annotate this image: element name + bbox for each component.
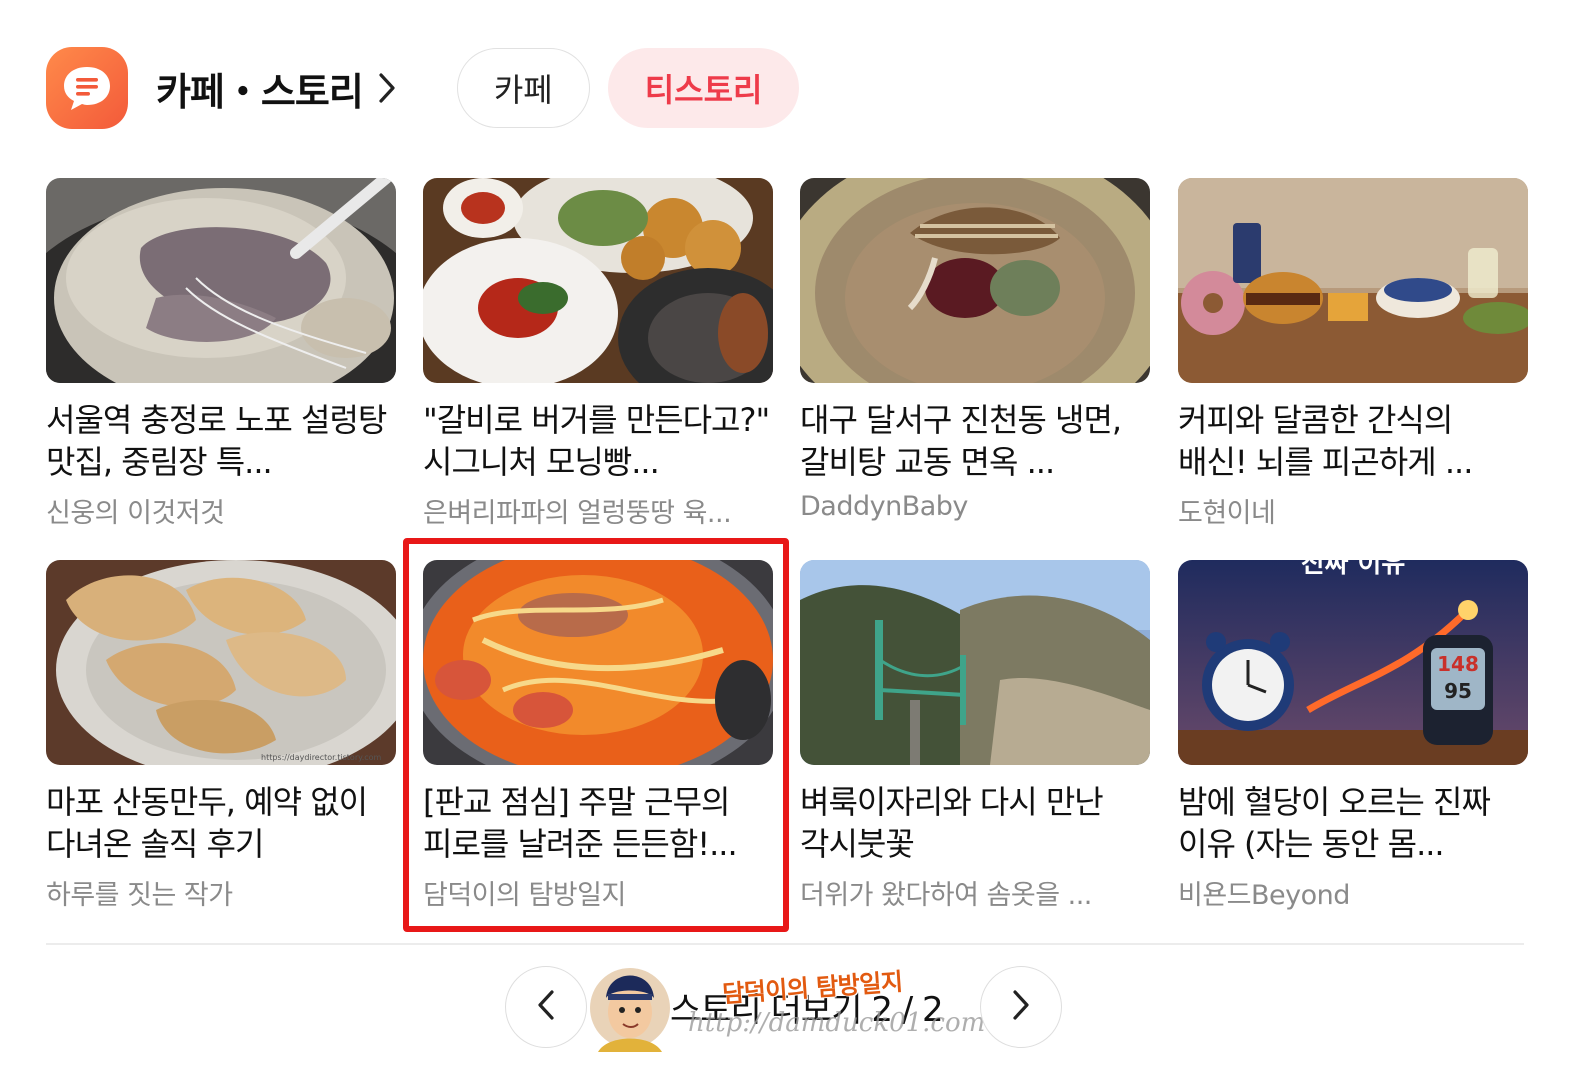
section-header: 카페・스토리 카페 티스토리 (46, 46, 817, 130)
story-card[interactable]: 서울역 충정로 노포 설렁탕 맛집, 중림장 특... 신웅의 이것저것 (46, 178, 396, 530)
thumbnail-galbi-burger[interactable] (423, 178, 773, 383)
card-source[interactable]: 도현이네 (1178, 491, 1528, 530)
card-title[interactable]: 서울역 충정로 노포 설렁탕 맛집, 중림장 특... (46, 399, 396, 483)
chevron-right-icon (1011, 988, 1031, 1026)
card-source[interactable]: 담덕이의 탐방일지 (423, 873, 773, 912)
card-title[interactable]: 마포 산동만두, 예약 없이 다녀온 솔직 후기 (46, 781, 396, 865)
card-source[interactable]: 더위가 왔다하여 솜옷을 ... (800, 873, 1150, 912)
thumbnail-bp-dia: 95 (1444, 679, 1472, 703)
story-card[interactable]: "갈비로 버거를 만든다고?" 시그니처 모닝빵... 은벼리파파의 얼렁뚱땅 … (423, 178, 773, 530)
thumbnail-naengmyeon[interactable] (800, 178, 1150, 383)
tab-tistory[interactable]: 티스토리 (607, 48, 800, 128)
card-title[interactable]: 대구 달서구 진천동 냉면, 갈비탕 교동 면옥 ... (800, 399, 1150, 483)
prev-page-button[interactable] (505, 966, 587, 1048)
tab-cafe[interactable]: 카페 (456, 48, 590, 128)
thumbnail-blood-sugar[interactable]: 진짜 이유 148 95 (1178, 560, 1528, 765)
card-source[interactable]: 은벼리파파의 얼렁뚱땅 육... (423, 491, 773, 530)
chevron-left-icon (536, 988, 556, 1026)
thumbnail-banner-text: 진짜 이유 (1301, 560, 1406, 579)
card-source[interactable]: 하루를 짓는 작가 (46, 873, 396, 912)
story-card[interactable]: 대구 달서구 진천동 냉면, 갈비탕 교동 면옥 ... DaddynBaby (800, 178, 1150, 522)
divider (46, 943, 1524, 945)
thumbnail-mandu[interactable]: https://daydirector.tistory.com (46, 560, 396, 765)
watermark-avatar (588, 958, 672, 1052)
card-source[interactable]: DaddynBaby (800, 491, 1150, 522)
thumbnail-budae-jjigae[interactable] (423, 560, 773, 765)
card-title[interactable]: "갈비로 버거를 만든다고?" 시그니처 모닝빵... (423, 399, 773, 483)
card-title[interactable]: 커피와 달콤한 간식의 배신! 뇌를 피곤하게 ... (1178, 399, 1528, 483)
thumbnail-snacks[interactable] (1178, 178, 1528, 383)
card-title[interactable]: 벼룩이자리와 다시 만난 각시붓꽃 (800, 781, 1150, 865)
thumbnail-seolleongtang[interactable] (46, 178, 396, 383)
card-title[interactable]: 밤에 혈당이 오르는 진짜 이유 (자는 동안 몸... (1178, 781, 1528, 865)
story-card[interactable]: 벼룩이자리와 다시 만난 각시붓꽃 더위가 왔다하여 솜옷을 ... (800, 560, 1150, 912)
watermark-url: http://damduck01.com (688, 1008, 986, 1038)
story-card[interactable]: https://daydirector.tistory.com 마포 산동만두,… (46, 560, 396, 912)
card-source[interactable]: 신웅의 이것저것 (46, 491, 396, 530)
story-card-highlighted[interactable]: [판교 점심] 주말 근무의 피로를 날려준 든든함!... 담덕이의 탐방일지 (423, 560, 773, 912)
section-title-link[interactable]: 카페・스토리 (156, 61, 397, 116)
section-title: 카페・스토리 (156, 69, 364, 114)
card-title[interactable]: [판교 점심] 주말 근무의 피로를 날려준 든든함!... (423, 781, 773, 865)
card-source[interactable]: 비욘드Beyond (1178, 873, 1528, 912)
thumbnail-caption: https://daydirector.tistory.com (261, 753, 382, 762)
story-card[interactable]: 진짜 이유 148 95 밤에 혈당이 오르는 진짜 이유 (자는 동안 몸..… (1178, 560, 1528, 912)
chevron-right-icon (377, 71, 397, 105)
next-page-button[interactable] (980, 966, 1062, 1048)
story-card[interactable]: 커피와 달콤한 간식의 배신! 뇌를 피곤하게 ... 도현이네 (1178, 178, 1528, 530)
thumbnail-suspension-bridge[interactable] (800, 560, 1150, 765)
thumbnail-bp-sys: 148 (1437, 652, 1479, 676)
source-tabs: 카페 티스토리 (456, 48, 818, 128)
chat-bubble-icon[interactable] (46, 47, 128, 129)
